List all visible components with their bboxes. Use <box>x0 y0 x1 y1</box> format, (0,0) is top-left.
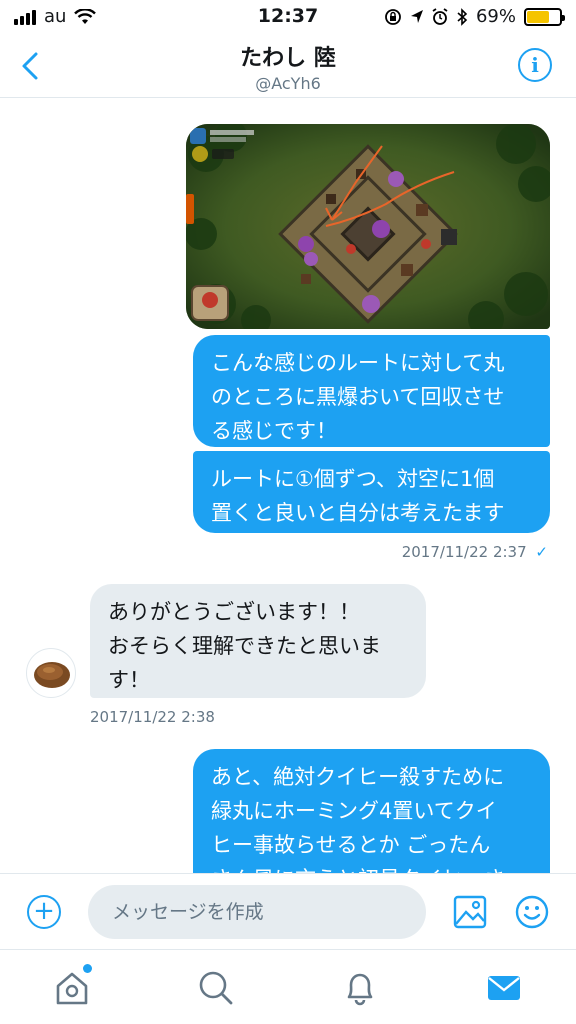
game-screenshot-image <box>186 124 550 329</box>
add-button[interactable]: + <box>27 895 61 929</box>
conversation-header: たわし 陸 @AcYh6 i <box>0 34 576 98</box>
conversation-handle: @AcYh6 <box>255 74 321 93</box>
avatar[interactable] <box>26 648 76 698</box>
status-right: 69% <box>384 6 565 27</box>
message-line: さん風に言うと初見クイヒーさ <box>211 862 532 873</box>
message-line: あと、絶対クイヒー殺すために <box>211 765 505 789</box>
message-bubble-outgoing[interactable]: あと、絶対クイヒー殺すために 緑丸にホーミング4置いてクイ ヒー事故らせるとか … <box>193 749 550 873</box>
message-input[interactable] <box>88 885 426 939</box>
emoji-button[interactable] <box>514 894 550 930</box>
location-icon <box>410 9 423 23</box>
conversation-title: たわし 陸 <box>240 46 336 71</box>
image-icon <box>453 895 487 929</box>
message-line: す！ <box>108 668 150 692</box>
message-line: ヒー事故らせるとか ごったん <box>211 833 491 857</box>
bell-icon <box>347 973 373 1006</box>
message-bubble-outgoing[interactable]: ルートに①個ずつ、対空に1個 置くと良いと自分は考えたます <box>193 451 550 533</box>
message-line: おそらく理解できたと思いま <box>108 634 381 658</box>
search-icon <box>199 971 233 1005</box>
tab-messages[interactable] <box>484 968 524 1008</box>
message-line: こんな感じのルートに対して丸 <box>211 351 505 375</box>
message-line: る感じです！ <box>211 419 337 443</box>
message-line: 置くと良いと自分は考えたます <box>211 501 505 525</box>
read-check-icon: ✓ <box>535 543 548 561</box>
envelope-icon <box>488 976 520 1000</box>
battery-level <box>527 10 550 23</box>
outgoing-timestamp: 2017/11/22 2:37 ✓ <box>402 543 548 561</box>
info-button[interactable]: i <box>518 48 552 82</box>
tab-home[interactable] <box>52 964 92 1008</box>
image-message[interactable] <box>186 124 550 329</box>
plus-icon: + <box>33 896 55 926</box>
message-bubble-incoming[interactable]: ありがとうございます！！ おそらく理解できたと思いま す！ <box>90 584 426 698</box>
rotation-lock-icon <box>385 8 401 25</box>
tab-bar <box>0 949 576 1024</box>
notification-dot <box>83 964 92 973</box>
home-icon <box>56 972 88 1005</box>
avatar-image <box>34 662 70 688</box>
alarm-icon <box>432 7 448 25</box>
smiley-icon <box>515 895 549 929</box>
tab-notifications[interactable] <box>340 968 380 1008</box>
message-line: 緑丸にホーミング4置いてクイ <box>211 799 497 823</box>
status-bar: au 12:37 69% <box>0 0 576 34</box>
bluetooth-icon <box>457 7 468 26</box>
tab-search[interactable] <box>196 968 236 1008</box>
title-block[interactable]: たわし 陸 @AcYh6 <box>0 40 576 93</box>
incoming-timestamp: 2017/11/22 2:38 <box>90 708 215 726</box>
info-icon: i <box>531 53 539 77</box>
message-bubble-outgoing[interactable]: こんな感じのルートに対して丸 のところに黒爆おいて回収させ る感じです！ <box>193 335 550 447</box>
message-thread[interactable]: こんな感じのルートに対して丸 のところに黒爆おいて回収させ る感じです！ ルート… <box>0 99 576 873</box>
message-line: のところに黒爆おいて回収させ <box>211 385 505 409</box>
battery-icon <box>524 7 565 26</box>
image-button[interactable] <box>452 894 488 930</box>
message-line: ルートに①個ずつ、対空に1個 <box>211 467 495 491</box>
battery-percent: 69% <box>475 6 516 27</box>
message-line: ありがとうございます！！ <box>108 600 360 624</box>
composer-bar: + <box>0 873 576 949</box>
timestamp-text: 2017/11/22 2:37 <box>401 543 527 561</box>
